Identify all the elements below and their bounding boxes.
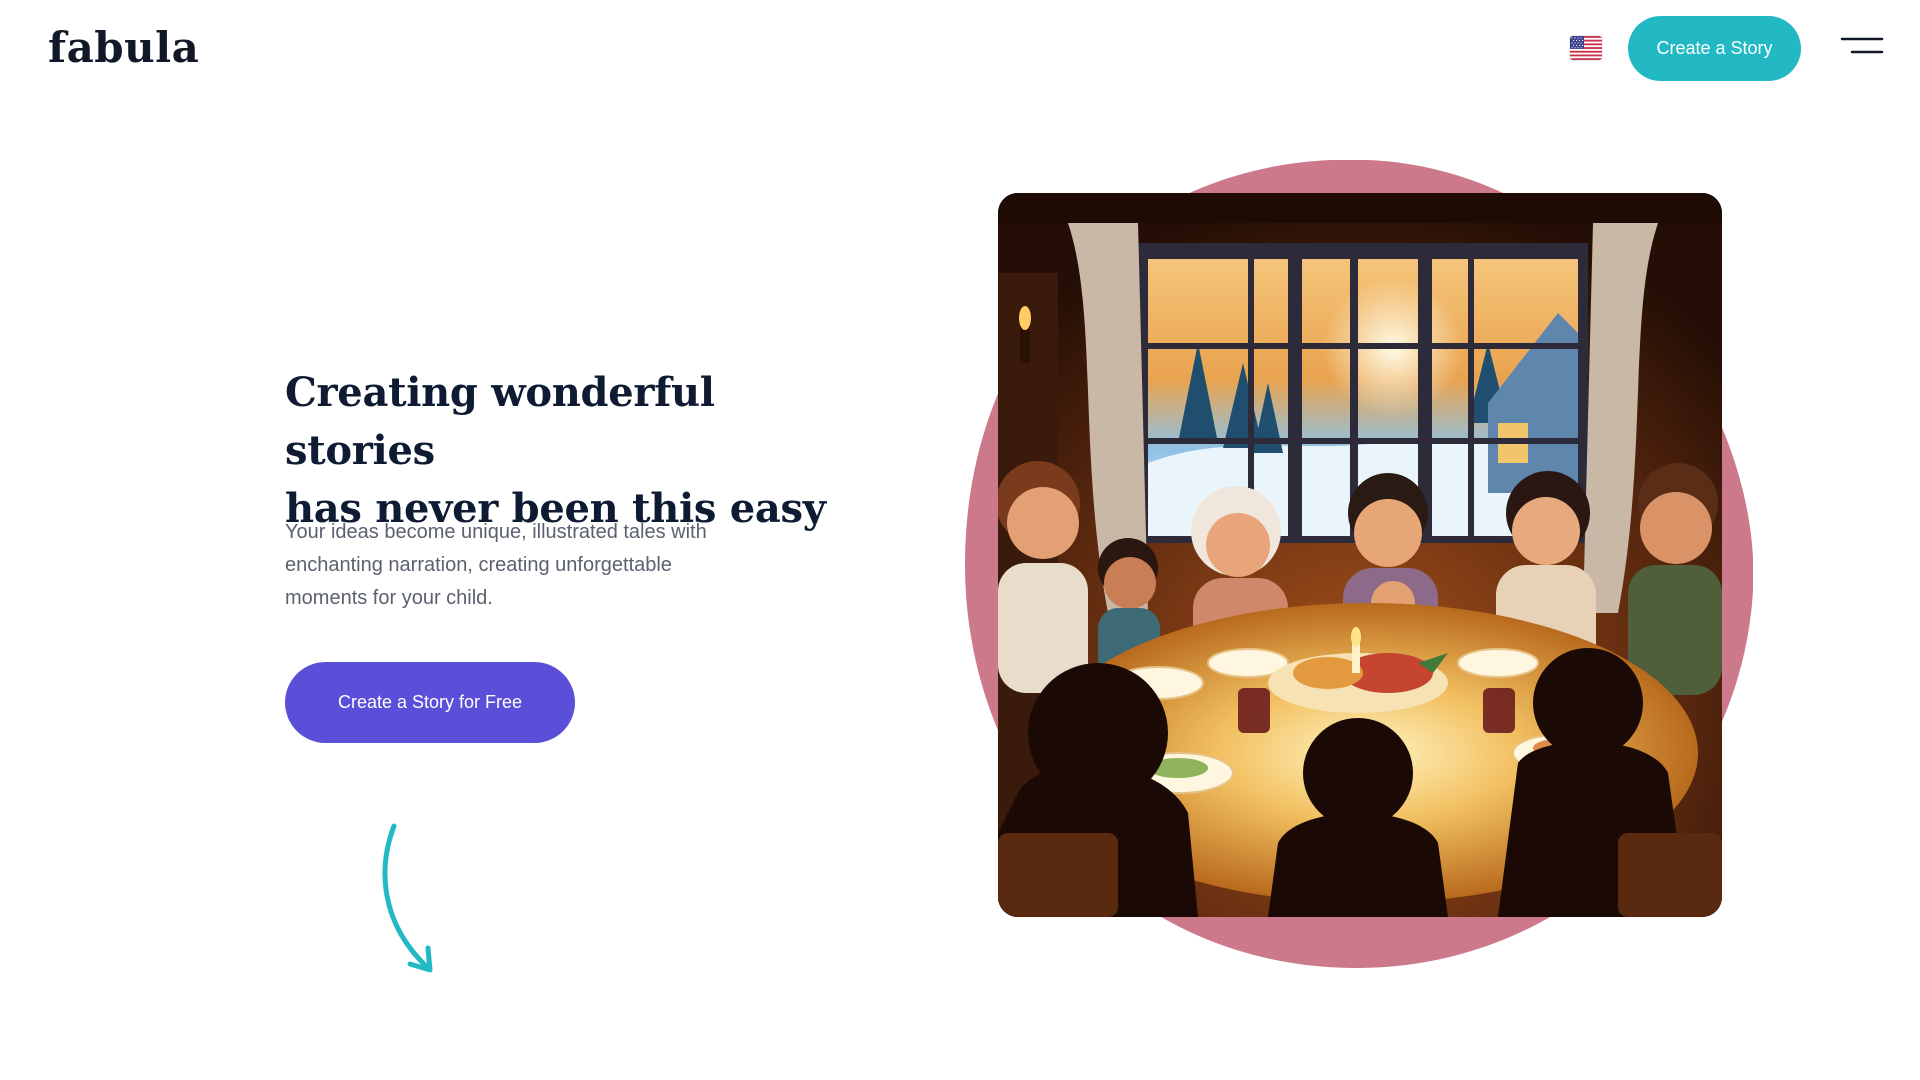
- site-header: fabula Create a Story: [0, 0, 1920, 100]
- create-story-free-button[interactable]: Create a Story for Free: [285, 662, 575, 743]
- logo[interactable]: fabula: [48, 22, 199, 74]
- create-story-button[interactable]: Create a Story: [1628, 16, 1801, 81]
- curved-arrow-down-icon: [370, 818, 460, 978]
- us-flag-icon[interactable]: [1570, 36, 1602, 60]
- hero-illustration: [998, 193, 1722, 917]
- hero-title: Creating wonderful stories has never bee…: [285, 364, 845, 538]
- hero-subtitle: Your ideas become unique, illustrated ta…: [285, 521, 707, 609]
- hero-title-line-1: Creating wonderful stories: [285, 369, 715, 474]
- hamburger-menu-icon[interactable]: [1838, 30, 1886, 64]
